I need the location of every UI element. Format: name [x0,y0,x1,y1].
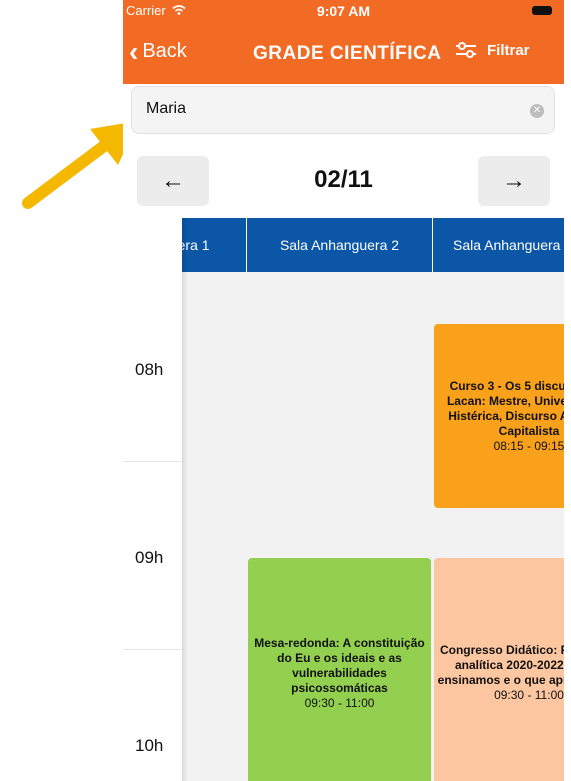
phone-screen: Carrier 9:07 AM ‹ Back GRADE CIENTÍFICA … [123,0,564,781]
scroll-shadow [182,218,188,781]
page-title: GRADE CIENTÍFICA [253,43,442,64]
clear-search-icon[interactable]: ✕ [530,104,544,118]
event-time: 09:30 - 11:00 [304,695,375,710]
sliders-icon [456,42,476,58]
search-box: ✕ [131,86,555,134]
event-title: Curso 3 - Os 5 discursos de Lacan: Mestr… [446,378,564,438]
hour-label-10: 10h [135,736,164,755]
schedule-grid: Sala Anhanguera 1 Sala Anhanguera 2 Sala… [182,218,564,781]
time-column: 08h 09h 10h [123,218,182,781]
event-card[interactable]: Mesa-redonda: A constituição do Eu e os … [248,558,431,781]
event-title: Congresso Didático: Formação analítica 2… [437,643,564,687]
date-navigator: ← 02/11 → [123,150,564,210]
back-label: Back [142,40,187,62]
room-header-1: Sala Anhanguera 1 [182,218,247,272]
event-card[interactable]: Curso 3 - Os 5 discursos de Lacan: Mestr… [434,324,564,508]
hour-divider [123,461,182,462]
search-input[interactable] [144,99,528,119]
hour-divider [123,649,182,650]
event-card[interactable]: Congresso Didático: Formação analítica 2… [434,558,564,781]
filter-button[interactable]: Filtrar [455,41,530,59]
status-time: 9:07 AM [316,3,371,19]
chevron-left-icon: ‹ [129,35,139,67]
event-time: 08:15 - 09:15 [493,438,564,453]
back-button[interactable]: ‹ Back [129,35,187,67]
next-day-button[interactable]: → [478,156,550,206]
room-header-2: Sala Anhanguera 2 [247,218,433,272]
battery-icon [532,6,552,15]
navigation-bar: ‹ Back GRADE CIENTÍFICA Filtrar [123,22,564,84]
filter-label: Filtrar [487,41,530,59]
hour-label-08: 08h [135,360,164,379]
hour-label-09: 09h [135,548,164,567]
status-bar: Carrier 9:07 AM [123,0,564,22]
room-header-3: Sala Anhanguera 3 [433,218,564,272]
event-time: 09:30 - 11:00 [494,688,564,702]
event-title: Mesa-redonda: A constituição do Eu e os … [254,635,425,695]
